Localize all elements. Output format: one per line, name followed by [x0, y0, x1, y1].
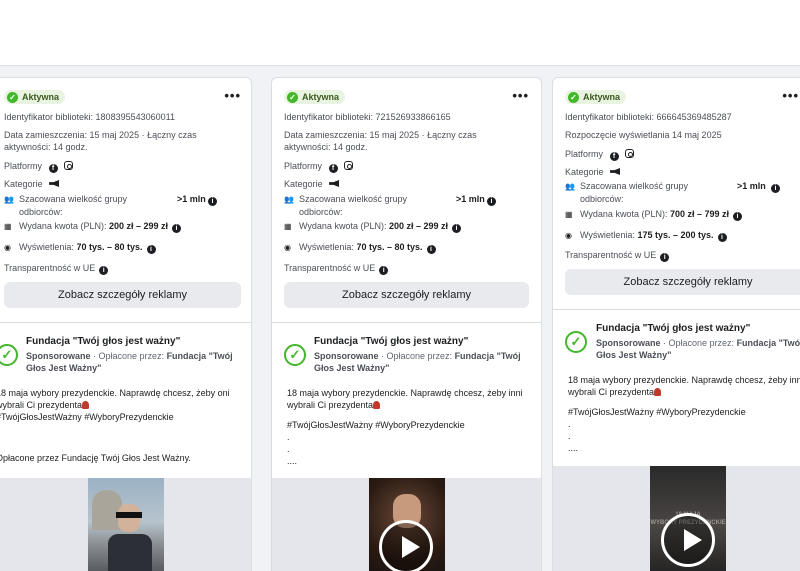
- ad-media[interactable]: 18 MAJA WYBORY PREZYDENCKIE: [553, 466, 800, 571]
- info-icon[interactable]: i: [771, 184, 780, 193]
- info-icon[interactable]: i: [660, 253, 670, 262]
- see-ad-details-button[interactable]: Zobacz szczegóły reklamy: [284, 282, 529, 308]
- ad-media[interactable]: [0, 478, 251, 571]
- ad-body-text: 18 maja wybory prezydenckie. Naprawdę ch…: [287, 388, 523, 466]
- library-id: Identyfikator biblioteki: 66664536948528…: [565, 112, 732, 122]
- megaphone-icon: [49, 180, 60, 187]
- advertiser-name[interactable]: Fundacja "Twój głos jest ważny": [314, 336, 468, 347]
- views-row: ◉ Wyświetlenia: 70 tys. – 80 tys. i: [4, 241, 241, 254]
- transparency-row: Transparentność w UE i: [284, 262, 529, 275]
- megaphone-icon: [610, 168, 621, 175]
- instagram-icon: [344, 161, 354, 170]
- advertiser-name[interactable]: Fundacja "Twój głos jest ważny": [596, 323, 750, 334]
- transparency-row: Transparentność w UE i: [4, 262, 241, 275]
- categories-row: Kategorie: [284, 178, 529, 190]
- views-row: ◉ Wyświetlenia: 70 tys. – 80 tys. i: [284, 241, 529, 254]
- ad-body-text: 18 maja wybory prezydenckie. Naprawdę ch…: [568, 375, 800, 453]
- info-icon[interactable]: i: [172, 224, 182, 233]
- verified-check-icon: ✓: [284, 344, 306, 366]
- info-icon[interactable]: i: [426, 245, 436, 254]
- info-icon[interactable]: i: [146, 245, 156, 254]
- spend-icon: ▦: [284, 222, 292, 231]
- platforms-row: Platformy f: [4, 160, 241, 173]
- check-icon: ✓: [7, 91, 18, 103]
- more-options-icon[interactable]: •••: [512, 88, 529, 103]
- facebook-icon: f: [48, 164, 58, 173]
- spend-icon: ▦: [565, 210, 573, 219]
- status-badge: ✓ Aktywna: [4, 90, 66, 104]
- verified-check-icon: ✓: [565, 331, 587, 353]
- date-line-2: aktywności: 14 godz.: [284, 142, 368, 152]
- eye-icon: ◉: [565, 231, 572, 240]
- spend-row: ▦ Wydana kwota (PLN): 700 zł – 799 zł i: [565, 208, 799, 221]
- sponsored-line: Sponsorowane · Opłacone przez: Fundacja …: [26, 351, 233, 373]
- divider: [272, 322, 541, 323]
- question-heart-icon: [82, 401, 90, 409]
- info-icon[interactable]: i: [487, 197, 496, 206]
- top-bar: [0, 0, 800, 66]
- info-icon[interactable]: i: [379, 266, 389, 275]
- ad-media[interactable]: [272, 478, 541, 571]
- people-icon: 👥: [284, 195, 294, 204]
- ad-card-2: ✓ Aktywna ••• Identyfikator biblioteki: …: [271, 77, 542, 571]
- audience-row: 👥 Szacowana wielkość grupy odbiorców: >1 …: [4, 193, 241, 218]
- question-heart-icon: [373, 401, 381, 409]
- more-options-icon[interactable]: •••: [224, 88, 241, 103]
- check-icon: ✓: [287, 91, 298, 103]
- status-badge: ✓ Aktywna: [565, 90, 627, 104]
- more-options-icon[interactable]: •••: [782, 88, 799, 103]
- date-line-2: aktywności: 14 godz.: [4, 142, 88, 152]
- check-icon: ✓: [568, 91, 579, 103]
- see-ad-details-button[interactable]: Zobacz szczegóły reklamy: [4, 282, 241, 308]
- audience-row: 👥 Szacowana wielkość grupy odbiorców: >1 …: [565, 180, 799, 205]
- ad-card-3: ✓ Aktywna ••• Identyfikator biblioteki: …: [552, 77, 800, 571]
- categories-row: Kategorie: [4, 178, 241, 190]
- people-icon: 👥: [4, 195, 14, 204]
- play-icon[interactable]: [379, 520, 433, 571]
- instagram-icon: [64, 161, 74, 170]
- verified-check-icon: ✓: [0, 344, 18, 366]
- transparency-row: Transparentność w UE i: [565, 249, 799, 262]
- info-icon[interactable]: i: [717, 233, 727, 242]
- platforms-row: Platformy f: [565, 148, 799, 161]
- categories-row: Kategorie: [565, 166, 799, 178]
- ad-image: [88, 478, 164, 571]
- spend-row: ▦ Wydana kwota (PLN): 200 zł – 299 zł i: [284, 220, 529, 233]
- audience-row: 👥 Szacowana wielkość grupy odbiorców: >1 …: [284, 193, 529, 218]
- date-line: Data zamieszczenia: 15 maj 2025 · Łączny…: [4, 130, 197, 140]
- ad-body-text: 18 maja wybory prezydenckie. Naprawdę ch…: [0, 388, 230, 463]
- info-icon[interactable]: i: [452, 224, 462, 233]
- play-icon[interactable]: [661, 513, 715, 567]
- facebook-icon: f: [609, 152, 619, 161]
- question-heart-icon: [654, 388, 662, 396]
- divider: [553, 309, 800, 310]
- see-ad-details-button[interactable]: Zobacz szczegóły reklamy: [565, 269, 800, 295]
- views-row: ◉ Wyświetlenia: 175 tys. – 200 tys. i: [565, 229, 799, 242]
- info-icon[interactable]: i: [733, 212, 743, 221]
- status-badge: ✓ Aktywna: [284, 90, 346, 104]
- ad-card-1: ✓ Aktywna ••• Identyfikator biblioteki: …: [0, 77, 252, 571]
- platforms-row: Platformy f: [284, 160, 529, 173]
- info-icon[interactable]: i: [208, 197, 217, 206]
- eye-icon: ◉: [4, 243, 11, 252]
- library-id: Identyfikator biblioteki: 72152693386616…: [284, 112, 451, 122]
- ad-video[interactable]: 18 MAJA WYBORY PREZYDENCKIE: [650, 466, 726, 571]
- sponsored-line: Sponsorowane · Opłacone przez: Fundacja …: [596, 338, 800, 360]
- eye-icon: ◉: [284, 243, 291, 252]
- info-icon[interactable]: i: [99, 266, 109, 275]
- spend-icon: ▦: [4, 222, 12, 231]
- megaphone-icon: [329, 180, 340, 187]
- library-id: Identyfikator biblioteki: 18083955430600…: [4, 112, 175, 122]
- instagram-icon: [625, 149, 635, 158]
- facebook-icon: f: [328, 164, 338, 173]
- spend-row: ▦ Wydana kwota (PLN): 200 zł – 299 zł i: [4, 220, 241, 233]
- people-icon: 👥: [565, 182, 575, 191]
- divider: [0, 322, 251, 323]
- advertiser-name[interactable]: Fundacja "Twój głos jest ważny": [26, 336, 180, 347]
- date-line: Data zamieszczenia: 15 maj 2025 · Łączny…: [284, 130, 477, 140]
- ad-video[interactable]: [369, 478, 445, 571]
- start-date: Rozpoczęcie wyświetlania 14 maj 2025: [565, 130, 722, 140]
- sponsored-line: Sponsorowane · Opłacone przez: Fundacja …: [314, 351, 521, 373]
